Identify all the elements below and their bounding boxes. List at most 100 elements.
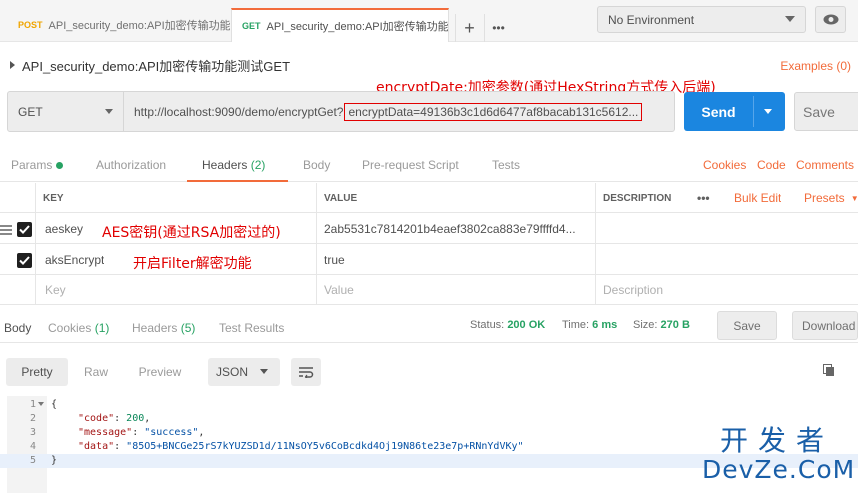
tab-label: API_security_demo:API加密传输功能测 [266, 21, 449, 33]
tab-params-label: Params [11, 158, 53, 172]
environment-label: No Environment [608, 12, 695, 27]
line-number: 1 [29, 399, 36, 410]
tab-response-cookies[interactable]: Cookies (1) [48, 321, 109, 335]
chevron-down-icon [105, 109, 113, 114]
preview-button[interactable]: Preview [134, 358, 186, 386]
tab-label: Cookies [48, 321, 92, 335]
chevron-down-icon [785, 16, 795, 22]
tab-tests[interactable]: Tests [492, 158, 520, 172]
examples-link[interactable]: Examples (0) [780, 59, 851, 73]
active-tab-underline [187, 180, 288, 182]
tab-authorization[interactable]: Authorization [96, 158, 166, 172]
method-label: GET [18, 104, 43, 119]
tab-headers[interactable]: Headers (2) [202, 158, 265, 172]
header-value-cell[interactable]: true [316, 245, 345, 275]
bulk-edit-link[interactable]: Bulk Edit [726, 183, 781, 213]
time-info: Time: 6 ms [562, 319, 617, 331]
time-value: 6 ms [592, 319, 618, 331]
caret-right-icon[interactable] [10, 61, 15, 69]
header-value-cell[interactable]: 2ab5531c7814201b4eaef3802ca883e79ffffd4.… [316, 214, 596, 244]
time-label: Time: [562, 319, 590, 331]
url-encrypt-param: encryptData=49136b3c1d6d6477af8bacab131c… [344, 102, 643, 121]
method-select[interactable]: GET [8, 92, 124, 131]
new-tab-button[interactable]: + [455, 14, 483, 42]
code-text: "code": 200, [78, 413, 151, 424]
header-enabled-checkbox[interactable] [17, 253, 32, 268]
tab-count: (1) [94, 321, 110, 335]
copy-icon[interactable] [823, 364, 835, 377]
tab-response-headers[interactable]: Headers (5) [132, 321, 195, 335]
pretty-button[interactable]: Pretty [6, 358, 68, 386]
size-label: Size: [633, 319, 658, 331]
header-key-cell[interactable]: aksEncrypt [37, 245, 104, 275]
send-button[interactable]: Send [684, 92, 785, 131]
chevron-down-icon[interactable] [764, 109, 772, 114]
tab-headers-label: Headers [202, 158, 248, 172]
column-more-button[interactable]: ••• [689, 183, 710, 213]
header-enabled-checkbox[interactable] [17, 222, 32, 237]
column-divider [316, 183, 317, 305]
watermark-line1: 开发者 [719, 424, 834, 457]
tab-more-button[interactable]: ••• [484, 14, 512, 42]
eye-icon [823, 14, 838, 25]
tab-body[interactable]: Body [303, 158, 330, 172]
column-divider [35, 183, 36, 305]
tab-pre-request-script[interactable]: Pre-request Script [362, 158, 459, 172]
new-description-input[interactable]: Description [595, 275, 663, 305]
column-description: DESCRIPTION [603, 192, 672, 204]
save-response-button[interactable]: Save [717, 311, 777, 340]
site-watermark: 开发者 DevZe.CoM [702, 424, 856, 484]
json-value: "85O5+BNCGe25rS7kYUZSD1d/11NsOY5v6CoBcdk… [126, 441, 524, 452]
tab-response-body[interactable]: Body [4, 321, 31, 335]
code-text: { [51, 399, 58, 410]
chevron-down-icon: ▼ [850, 193, 858, 203]
format-bar: Pretty Raw Preview JSON [0, 355, 858, 387]
save-button[interactable]: Save [794, 92, 858, 131]
environment-select[interactable]: No Environment [597, 6, 806, 33]
code-link[interactable]: Code [757, 158, 786, 172]
json-key: "data" [78, 441, 115, 452]
url-input[interactable]: http://localhost:9090/demo/encryptGet? e… [134, 92, 670, 131]
url-base: http://localhost:9090/demo/encryptGet? [134, 104, 344, 119]
download-response-button[interactable]: Download [792, 311, 858, 340]
line-number: 5 [29, 455, 36, 466]
wrap-lines-button[interactable] [291, 358, 321, 386]
json-value: "success" [144, 427, 199, 438]
line-number: 3 [29, 427, 36, 438]
header-key-cell[interactable]: aeskey [37, 214, 83, 244]
presets-dropdown[interactable]: Presets ▼ [796, 183, 858, 213]
code-text: "data": "85O5+BNCGe25rS7kYUZSD1d/11NsOY5… [78, 441, 524, 452]
code-text: } [51, 455, 58, 466]
status-label: Status: [470, 319, 505, 331]
column-divider [595, 183, 596, 305]
checkmark-icon [19, 256, 30, 265]
new-key-input[interactable]: Key [37, 275, 66, 305]
raw-button[interactable]: Raw [78, 358, 114, 386]
comments-link[interactable]: Comments [796, 158, 854, 172]
new-value-input[interactable]: Value [316, 275, 354, 305]
wrap-icon [299, 367, 314, 378]
format-type-select[interactable]: JSON [208, 358, 280, 386]
tab-method: POST [18, 20, 43, 30]
code-line: 1 { [0, 398, 858, 412]
cookies-link[interactable]: Cookies [703, 158, 746, 172]
tab-post-request[interactable]: POST API_security_demo:API加密传输功能测 [8, 8, 230, 42]
tab-test-results[interactable]: Test Results [219, 321, 284, 335]
headers-table-header: KEY VALUE DESCRIPTION ••• Bulk Edit Pres… [0, 183, 858, 213]
watermark-line2: DevZe.CoM [702, 455, 856, 484]
status-info: Status: 200 OK [470, 319, 545, 331]
line-number: 4 [29, 441, 36, 452]
size-info: Size: 270 B [633, 319, 690, 331]
tab-label: Headers [132, 321, 178, 335]
tab-headers-count: (2) [250, 158, 266, 172]
fold-icon[interactable] [38, 402, 44, 406]
json-value: 200 [126, 413, 145, 424]
environment-quick-look-button[interactable] [815, 6, 846, 33]
annotation-filter: 开启Filter解密功能 [133, 256, 252, 272]
drag-handle-icon[interactable] [0, 225, 12, 235]
chevron-down-icon [260, 369, 268, 374]
save-label: Save [803, 103, 835, 120]
tab-params[interactable]: Params [11, 158, 64, 172]
format-type-label: JSON [216, 365, 249, 379]
tab-get-request[interactable]: GET API_security_demo:API加密传输功能测 ✕ [231, 8, 449, 42]
